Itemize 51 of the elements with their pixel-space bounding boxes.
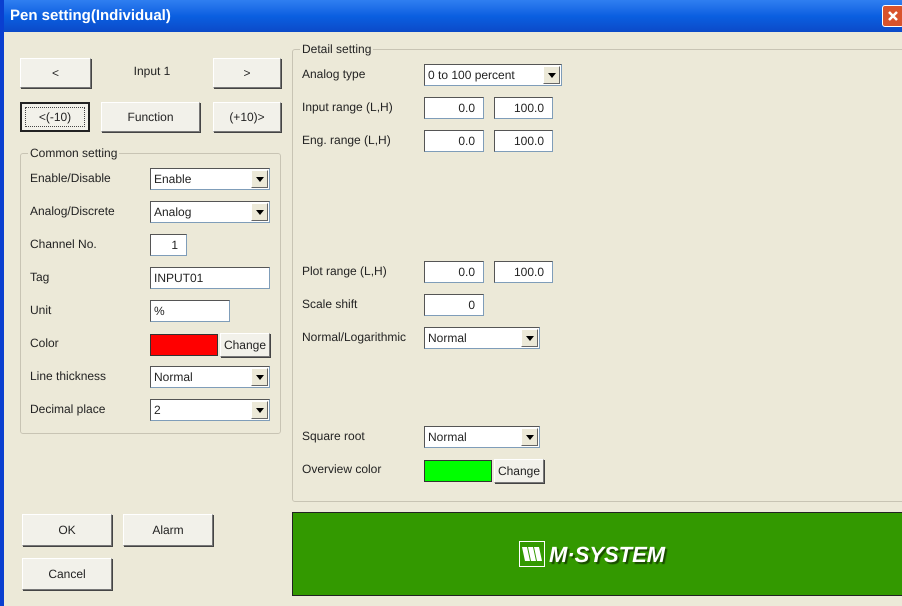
- dropdown[interactable]: Enable: [150, 168, 270, 190]
- alarm-button[interactable]: Alarm: [123, 514, 213, 546]
- input-field[interactable]: 100.0: [494, 261, 553, 283]
- dropdown[interactable]: Normal: [424, 327, 540, 349]
- back-ten-button[interactable]: <(-10): [20, 102, 90, 132]
- input-field[interactable]: 0.0: [424, 97, 484, 119]
- change-button[interactable]: Change: [494, 459, 544, 483]
- input-field[interactable]: INPUT01: [150, 267, 270, 289]
- field-label: Scale shift: [302, 296, 358, 313]
- forward-ten-button[interactable]: (+10)>: [213, 102, 281, 132]
- group-title: Detail setting: [301, 41, 372, 58]
- input-field[interactable]: 0: [424, 294, 484, 316]
- field-label: Input range (L,H): [302, 99, 394, 116]
- channel-label: Input 1: [134, 63, 170, 78]
- dropdown[interactable]: Normal: [424, 426, 540, 448]
- field-label: Square root: [302, 428, 366, 445]
- cancel-button[interactable]: Cancel: [22, 558, 112, 590]
- field-label: Enable/Disable: [30, 170, 112, 187]
- field-label: Normal/Logarithmic: [302, 329, 408, 346]
- dropdown[interactable]: Analog: [150, 201, 270, 223]
- close-button[interactable]: [882, 5, 902, 27]
- next-button[interactable]: >: [213, 58, 281, 88]
- input-field[interactable]: 100.0: [494, 130, 553, 152]
- field-label: Eng. range (L,H): [302, 132, 392, 149]
- field-label: Plot range (L,H): [302, 263, 388, 280]
- field-label: Analog/Discrete: [30, 203, 116, 220]
- logo-icon: [519, 541, 545, 567]
- input-field[interactable]: 0.0: [424, 261, 484, 283]
- group-title: Common setting: [29, 145, 118, 162]
- change-button[interactable]: Change: [220, 333, 270, 357]
- field-label: Analog type: [302, 66, 366, 83]
- field-label: Tag: [30, 269, 50, 286]
- close-icon: [887, 10, 899, 22]
- input-field[interactable]: %: [150, 300, 230, 322]
- input-field[interactable]: 100.0: [494, 97, 553, 119]
- dropdown[interactable]: 2: [150, 399, 270, 421]
- dropdown[interactable]: 0 to 100 percent: [424, 64, 562, 86]
- function-button[interactable]: Function: [101, 102, 200, 132]
- dropdown[interactable]: Normal: [150, 366, 270, 388]
- window-title: Pen setting(Individual): [10, 6, 171, 26]
- logo-text: M·SYSTEM: [549, 540, 666, 568]
- field-label: Unit: [30, 302, 52, 319]
- ok-button[interactable]: OK: [22, 514, 112, 546]
- field-label: Overview color: [302, 461, 382, 478]
- field-label: Decimal place: [30, 401, 106, 418]
- previous-button[interactable]: <: [20, 58, 91, 88]
- field-label: Color: [30, 335, 60, 352]
- field-label: Channel No.: [30, 236, 98, 253]
- field-label: Line thickness: [30, 368, 108, 385]
- input-field[interactable]: 0.0: [424, 130, 484, 152]
- input-field[interactable]: 1: [150, 234, 187, 256]
